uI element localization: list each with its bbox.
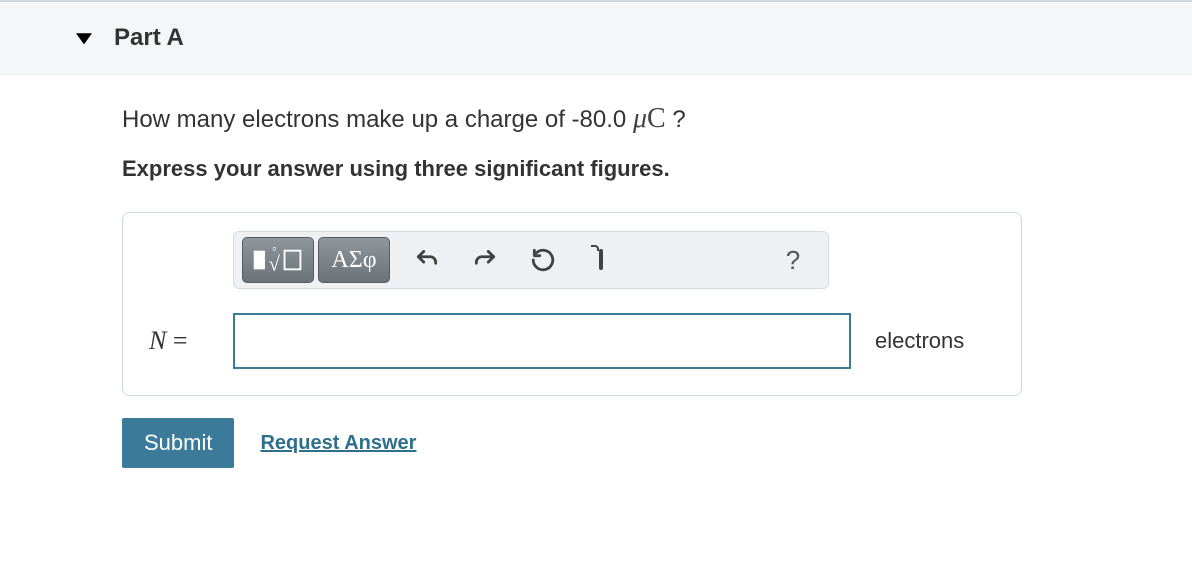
submit-label: Submit bbox=[144, 430, 212, 455]
content-area: How many electrons make up a charge of -… bbox=[0, 75, 1030, 468]
answer-input[interactable] bbox=[233, 313, 851, 369]
keyboard-button[interactable] bbox=[572, 237, 630, 283]
help-icon: ? bbox=[786, 245, 800, 276]
variable-label: N = bbox=[141, 326, 233, 356]
question-prefix: How many electrons make up a charge of -… bbox=[122, 106, 633, 133]
equals-sign: = bbox=[166, 326, 187, 355]
equation-toolbar: ▫ √ ΑΣφ bbox=[233, 231, 829, 289]
submit-button[interactable]: Submit bbox=[122, 418, 234, 468]
actions-row: Submit Request Answer bbox=[122, 418, 1030, 468]
keyboard-icon bbox=[599, 251, 603, 269]
request-answer-link[interactable]: Request Answer bbox=[260, 432, 416, 455]
help-button[interactable]: ? bbox=[766, 237, 820, 283]
instruction-text: Express your answer using three signific… bbox=[122, 156, 1030, 182]
unit-coulomb: C bbox=[647, 103, 666, 134]
collapse-caret-icon[interactable] bbox=[76, 30, 92, 46]
answer-units: electrons bbox=[875, 328, 964, 354]
svg-text:√: √ bbox=[269, 253, 281, 275]
templates-button[interactable]: ▫ √ bbox=[242, 237, 314, 283]
toolbar-dark-group: ▫ √ ΑΣφ bbox=[242, 237, 390, 283]
question-text: How many electrons make up a charge of -… bbox=[122, 99, 1030, 138]
greek-symbols-label: ΑΣφ bbox=[331, 247, 376, 274]
answer-row: N = electrons bbox=[141, 313, 1003, 369]
undo-button[interactable] bbox=[398, 237, 456, 283]
variable-symbol: N bbox=[149, 326, 166, 355]
page-root: Part A How many electrons make up a char… bbox=[0, 0, 1192, 586]
part-header: Part A bbox=[0, 2, 1192, 75]
unit-micro: μ bbox=[633, 103, 647, 134]
part-title: Part A bbox=[114, 24, 184, 52]
redo-button[interactable] bbox=[456, 237, 514, 283]
greek-symbols-button[interactable]: ΑΣφ bbox=[318, 237, 390, 283]
answer-panel: ▫ √ ΑΣφ bbox=[122, 212, 1022, 396]
reset-button[interactable] bbox=[514, 237, 572, 283]
request-answer-label: Request Answer bbox=[260, 432, 416, 454]
question-suffix: ? bbox=[666, 106, 686, 133]
